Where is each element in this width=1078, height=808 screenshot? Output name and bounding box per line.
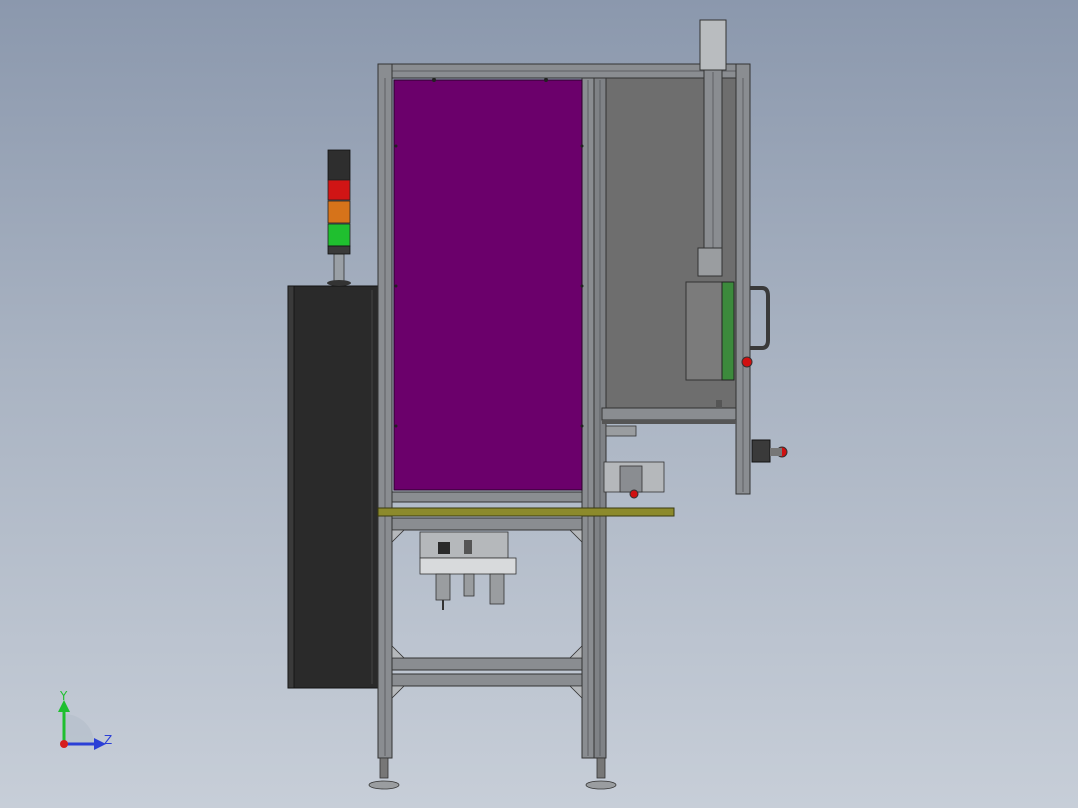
z-axis-label: Z bbox=[104, 733, 112, 747]
beacon-green-light bbox=[327, 223, 351, 247]
cad-viewport[interactable]: Y Z bbox=[0, 0, 1078, 808]
beacon-red-light bbox=[327, 179, 351, 201]
electrical-cabinet bbox=[287, 285, 379, 689]
y-axis-label: Y bbox=[59, 689, 68, 703]
pneumatic-frl-unit bbox=[419, 531, 517, 610]
x-axis-dot bbox=[60, 740, 68, 748]
signal-tower bbox=[327, 149, 351, 286]
door-handle[interactable] bbox=[750, 286, 770, 350]
beacon-orange-light bbox=[327, 200, 351, 224]
gripper-mechanism bbox=[603, 425, 665, 499]
coordinate-triad: Y Z bbox=[58, 689, 112, 750]
olive-shelf bbox=[377, 507, 675, 517]
purple-panel bbox=[393, 78, 584, 491]
leveling-feet bbox=[368, 757, 617, 790]
